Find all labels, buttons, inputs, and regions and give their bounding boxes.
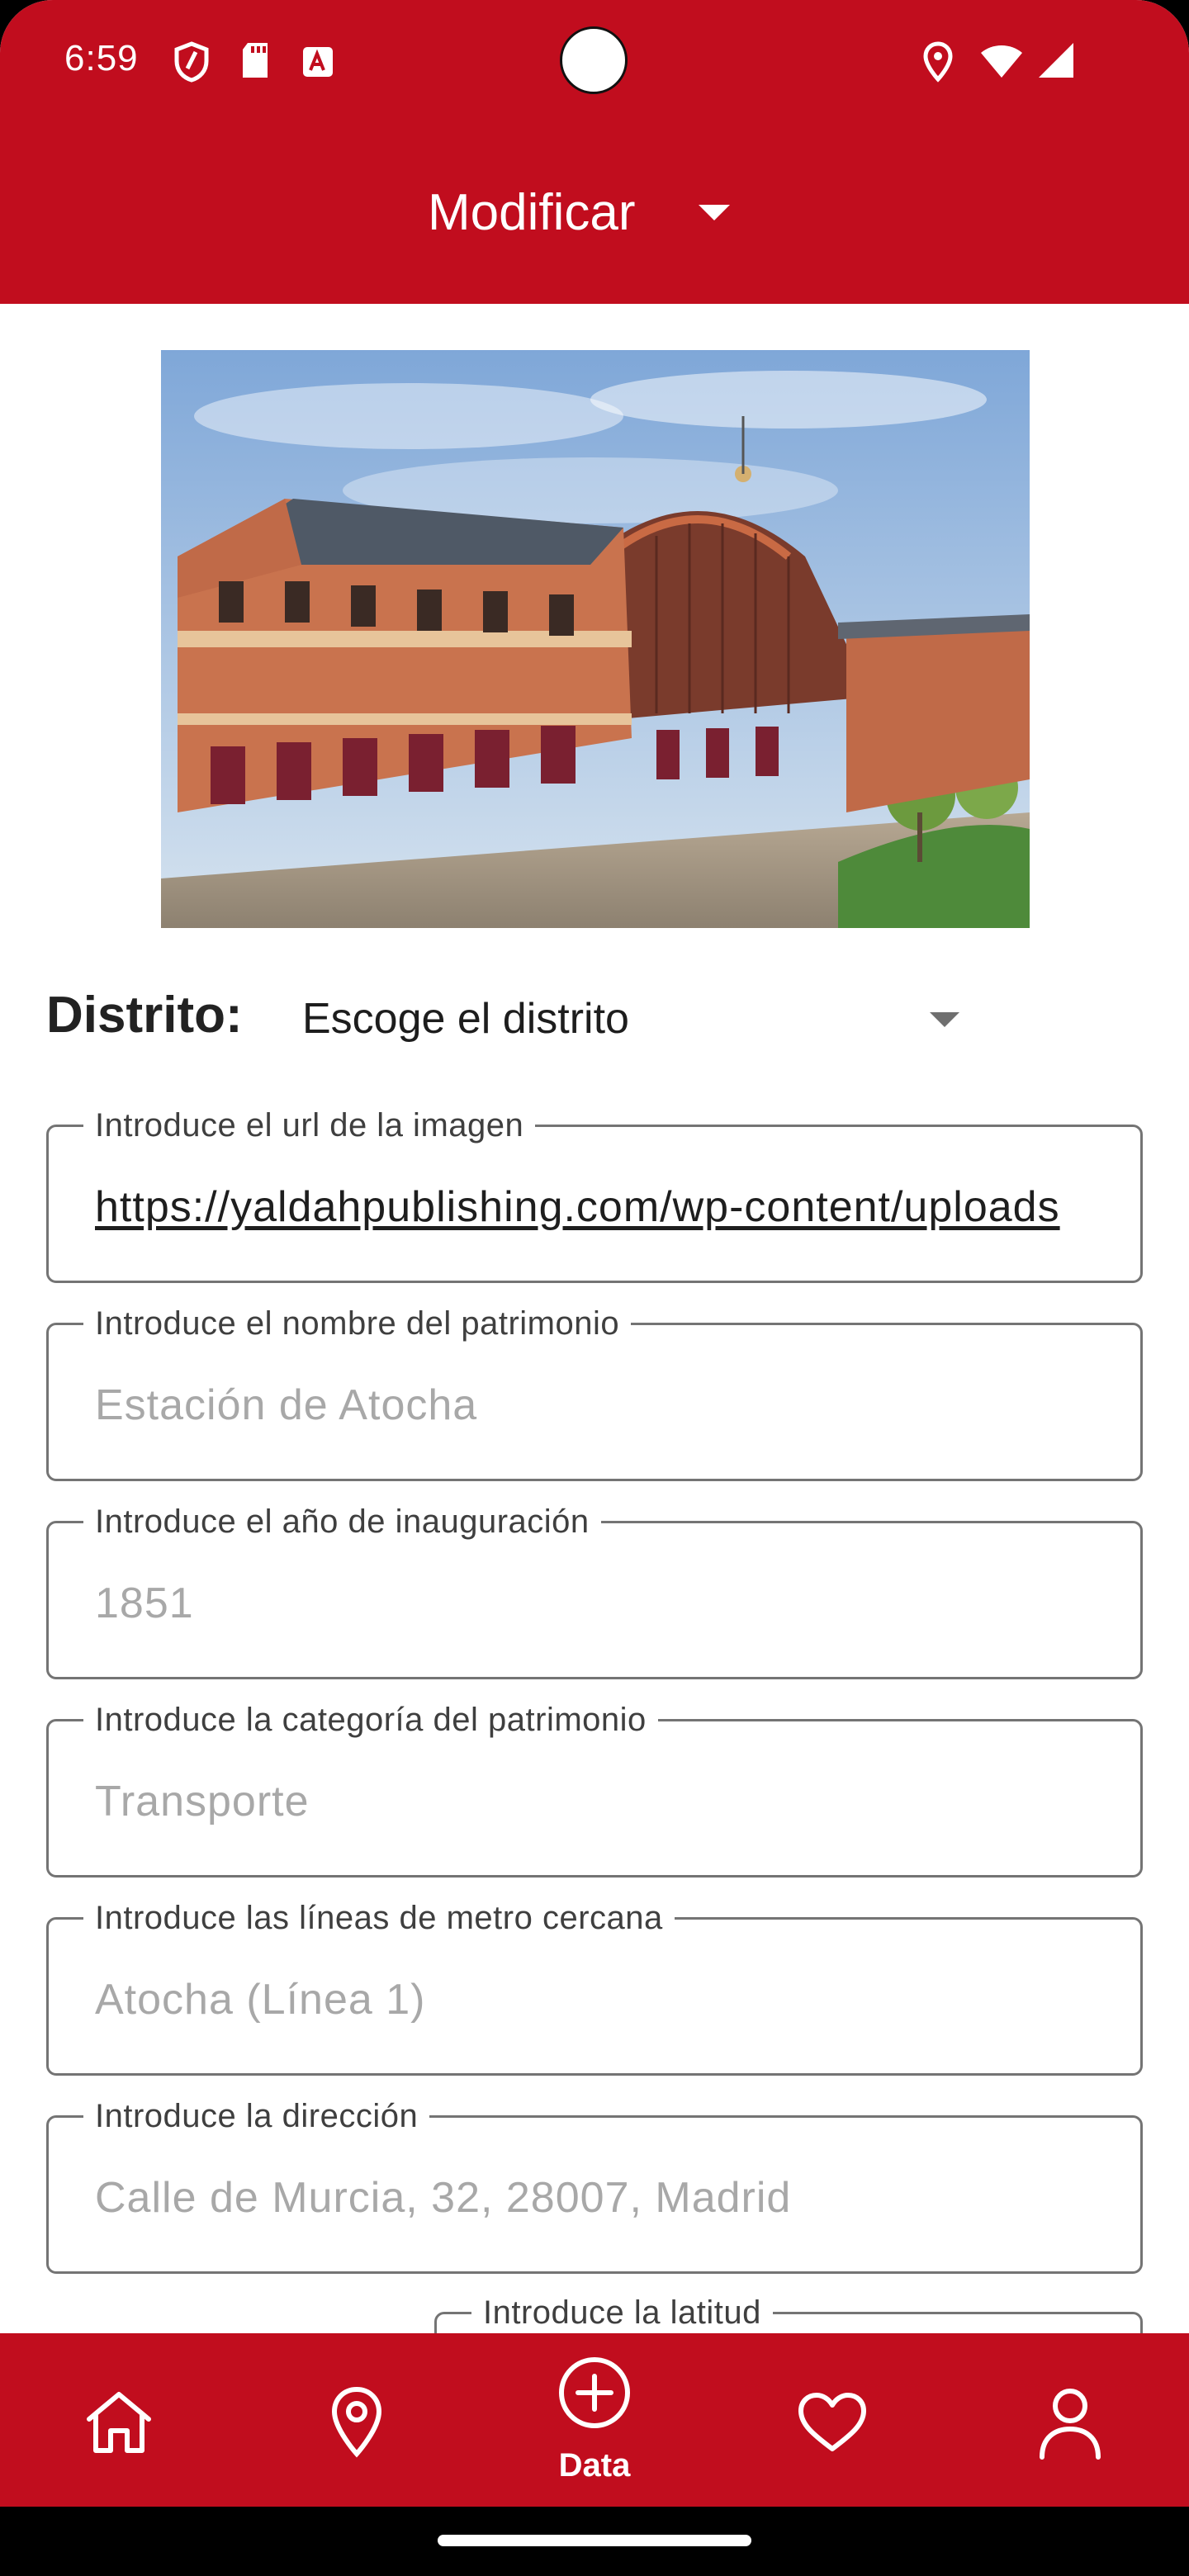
heritage-photo [161, 350, 1030, 928]
image-url-input[interactable]: https://yaldahpublishing.com/wp-content/… [95, 1178, 1099, 1236]
image-url-field[interactable]: Introduce el url de la imagen https://ya… [46, 1106, 1143, 1283]
metro-lines-label: Introduce las líneas de metro cercana [83, 1898, 675, 1938]
heritage-name-label: Introduce el nombre del patrimonio [83, 1304, 632, 1343]
metro-lines-field[interactable]: Introduce las líneas de metro cercana At… [46, 1898, 1143, 2076]
heritage-name-input[interactable]: Estación de Atocha [95, 1376, 1099, 1434]
system-gesture-bar [0, 2507, 1189, 2576]
bottom-navigation: Data [0, 2333, 1189, 2507]
status-time: 6:59 [64, 38, 139, 78]
page-title[interactable]: Modificar [428, 180, 651, 246]
screen: 6:59 Modificar Distrito: Escoge el distr… [0, 0, 1189, 2576]
nav-data-label: Data [558, 2447, 631, 2484]
metro-lines-input[interactable]: Atocha (Línea 1) [95, 1971, 1099, 2029]
category-input[interactable]: Transporte [95, 1773, 1099, 1830]
chevron-down-icon[interactable] [699, 205, 730, 220]
heritage-name-field[interactable]: Introduce el nombre del patrimonio Estac… [46, 1304, 1143, 1481]
home-gesture-handle[interactable] [438, 2535, 751, 2546]
inauguration-year-label: Introduce el año de inauguración [83, 1502, 601, 1541]
image-url-label: Introduce el url de la imagen [83, 1106, 536, 1145]
nav-home[interactable] [36, 2333, 201, 2507]
district-dropdown[interactable]: Escoge el distrito [302, 991, 979, 1050]
latitude-label: Introduce la latitud [471, 2293, 773, 2332]
shield-icon [174, 41, 209, 83]
category-label: Introduce la categoría del patrimonio [83, 1700, 658, 1740]
address-field[interactable]: Introduce la dirección Calle de Murcia, … [46, 2096, 1143, 2274]
district-selected-value: Escoge el distrito [302, 995, 629, 1043]
nav-data[interactable]: Data [512, 2333, 677, 2507]
app-bar: 6:59 Modificar [0, 0, 1189, 304]
nav-favorites[interactable] [750, 2333, 915, 2507]
camera-cutout [560, 26, 628, 94]
add-circle-icon [559, 2357, 630, 2428]
signal-icon [1039, 43, 1073, 78]
nav-profile[interactable] [988, 2333, 1153, 2507]
nav-map[interactable] [274, 2333, 439, 2507]
home-icon [87, 2392, 151, 2453]
inauguration-year-input[interactable]: 1851 [95, 1574, 1099, 1632]
address-input[interactable]: Calle de Murcia, 32, 28007, Madrid [95, 2169, 1099, 2227]
wifi-icon [981, 45, 1022, 78]
font-app-icon [303, 47, 333, 77]
location-icon [923, 41, 953, 83]
page-title-text: Modificar [428, 184, 636, 241]
address-label: Introduce la dirección [83, 2096, 430, 2136]
inauguration-year-field[interactable]: Introduce el año de inauguración 1851 [46, 1502, 1143, 1679]
heart-icon [798, 2393, 866, 2451]
dropdown-arrow-icon [930, 1012, 959, 1027]
location-pin-icon [331, 2386, 382, 2458]
sd-card-icon [243, 43, 268, 78]
district-label: Distrito: [46, 987, 243, 1044]
category-field[interactable]: Introduce la categoría del patrimonio Tr… [46, 1700, 1143, 1878]
user-icon [1040, 2389, 1101, 2460]
